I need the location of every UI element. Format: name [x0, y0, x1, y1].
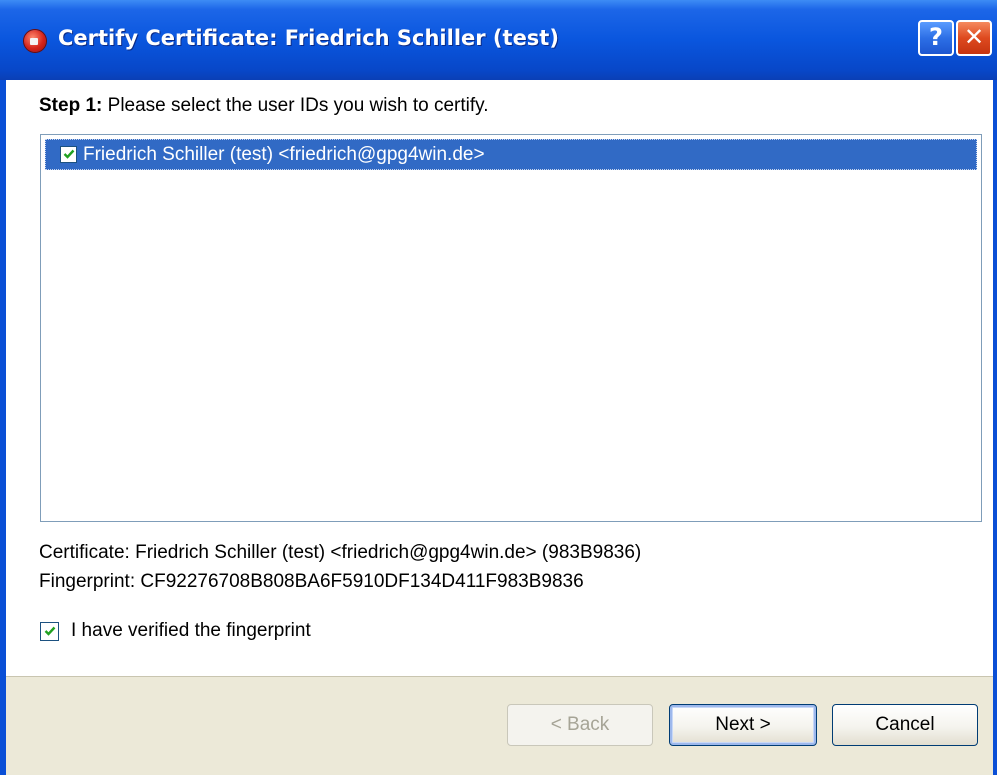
- step-number: Step 1:: [39, 95, 103, 116]
- button-bar: < Back Next > Cancel: [6, 676, 993, 775]
- close-icon[interactable]: ✕: [956, 20, 992, 56]
- checkmark-icon: [63, 149, 75, 159]
- app-icon: [24, 30, 46, 52]
- fingerprint-line: Fingerprint: CF92276708B808BA6F5910DF134…: [39, 571, 584, 592]
- list-item[interactable]: Friedrich Schiller (test) <friedrich@gpg…: [45, 139, 977, 170]
- step-instruction: Step 1: Please select the user IDs you w…: [39, 95, 489, 117]
- window-title: Certify Certificate: Friedrich Schiller …: [58, 26, 559, 50]
- title-bar[interactable]: Certify Certificate: Friedrich Schiller …: [0, 0, 997, 80]
- certify-dialog: Certify Certificate: Friedrich Schiller …: [0, 0, 997, 775]
- step-text: Please select the user IDs you wish to c…: [107, 95, 489, 116]
- verify-fingerprint-label[interactable]: I have verified the fingerprint: [71, 620, 311, 642]
- help-icon[interactable]: ?: [918, 20, 954, 56]
- user-id-list[interactable]: Friedrich Schiller (test) <friedrich@gpg…: [40, 134, 982, 522]
- verify-fingerprint-checkbox[interactable]: [40, 622, 59, 641]
- back-button[interactable]: < Back: [507, 704, 653, 746]
- user-id-checkbox[interactable]: [60, 146, 77, 163]
- certificate-line: Certificate: Friedrich Schiller (test) <…: [39, 542, 642, 563]
- cancel-button[interactable]: Cancel: [832, 704, 978, 746]
- user-id-label: Friedrich Schiller (test) <friedrich@gpg…: [83, 144, 485, 165]
- certificate-info: Certificate: Friedrich Schiller (test) <…: [39, 538, 641, 596]
- checkmark-icon: [44, 626, 56, 636]
- next-button[interactable]: Next >: [669, 704, 817, 746]
